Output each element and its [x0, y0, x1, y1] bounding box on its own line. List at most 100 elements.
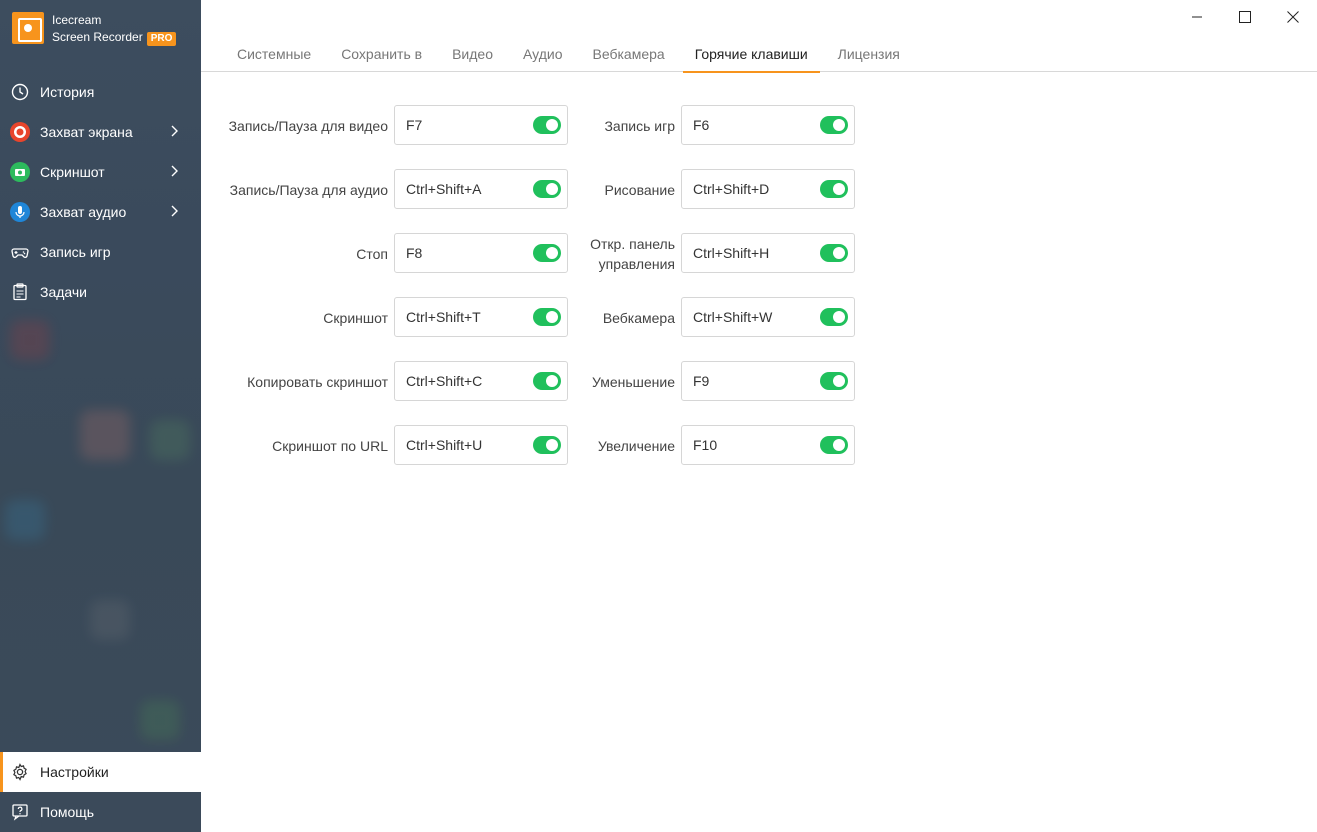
hotkey-label: Увеличение	[597, 438, 675, 454]
sidebar-item-label: История	[40, 84, 95, 100]
toggle-knob	[546, 119, 558, 131]
hotkey-field-webcam[interactable]: Ctrl+Shift+W	[681, 297, 855, 337]
hotkey-field-stop[interactable]: F8	[394, 233, 568, 273]
toggle-knob	[546, 311, 558, 323]
background-blur	[5, 500, 45, 540]
app-name-line1: Icecream	[52, 13, 102, 27]
toggle-knob	[546, 439, 558, 451]
hotkey-label: Запись/Пауза для видео	[228, 118, 388, 134]
sidebar-item-label: Запись игр	[40, 244, 111, 260]
tab-system[interactable]: Системные	[225, 34, 323, 72]
chevron-right-icon	[167, 164, 181, 178]
hotkey-field-screenshot[interactable]: Ctrl+Shift+T	[394, 297, 568, 337]
toggle-knob	[833, 375, 845, 387]
sidebar: Icecream Screen Recorder PRO История Захв…	[0, 0, 201, 832]
hotkey-toggle[interactable]	[533, 244, 561, 262]
hotkey-toggle[interactable]	[820, 372, 848, 390]
toggle-knob	[833, 183, 845, 195]
record-icon	[10, 122, 30, 142]
toggle-knob	[833, 247, 845, 259]
close-button[interactable]	[1282, 6, 1304, 28]
microphone-icon	[10, 202, 30, 222]
hotkey-toggle[interactable]	[820, 116, 848, 134]
hotkey-value: F8	[406, 245, 423, 261]
hotkey-label: Вебкамера	[602, 310, 675, 326]
hotkey-value: F10	[693, 437, 718, 453]
sidebar-item-tasks[interactable]: Задачи	[0, 272, 201, 312]
hotkey-label: Запись/Пауза для аудио	[229, 182, 388, 198]
sidebar-item-label: Настройки	[40, 764, 109, 780]
background-blur	[150, 420, 190, 460]
tasks-icon	[10, 282, 30, 302]
tab-license[interactable]: Лицензия	[826, 34, 912, 72]
sidebar-item-settings[interactable]: Настройки	[0, 752, 201, 792]
hotkey-value: Ctrl+Shift+H	[693, 245, 770, 261]
hotkey-value: Ctrl+Shift+A	[406, 181, 482, 197]
clock-icon	[10, 82, 30, 102]
help-icon	[10, 802, 30, 822]
minimize-button[interactable]	[1186, 6, 1208, 28]
hotkey-toggle[interactable]	[820, 308, 848, 326]
hotkey-label: Запись игр	[604, 118, 675, 134]
hotkey-toggle[interactable]	[820, 180, 848, 198]
sidebar-item-screen-capture[interactable]: Захват экрана	[0, 112, 201, 152]
hotkey-label-line: управления	[598, 256, 675, 272]
background-blur	[80, 410, 130, 460]
hotkey-field-screenshot-url[interactable]: Ctrl+Shift+U	[394, 425, 568, 465]
tab-save-to[interactable]: Сохранить в	[329, 34, 434, 72]
app-brand: Icecream Screen Recorder PRO	[52, 12, 177, 46]
sidebar-item-screenshot[interactable]: Скриншот	[0, 152, 201, 192]
hotkey-field-zoom-in[interactable]: F10	[681, 425, 855, 465]
hotkey-toggle[interactable]	[533, 372, 561, 390]
hotkey-field-record-video[interactable]: F7	[394, 105, 568, 145]
tab-audio[interactable]: Аудио	[511, 34, 575, 72]
maximize-button[interactable]	[1234, 6, 1256, 28]
hotkey-toggle[interactable]	[820, 244, 848, 262]
hotkey-label: Скриншот	[323, 310, 388, 326]
hotkey-toggle[interactable]	[533, 436, 561, 454]
camera-icon	[10, 162, 30, 182]
hotkey-toggle[interactable]	[533, 308, 561, 326]
toggle-knob	[833, 439, 845, 451]
hotkey-value: F6	[693, 117, 710, 133]
sidebar-item-history[interactable]: История	[0, 72, 201, 112]
app-logo	[12, 12, 44, 44]
hotkey-value: Ctrl+Shift+D	[693, 181, 770, 197]
sidebar-item-label: Помощь	[40, 804, 95, 820]
gear-icon	[10, 762, 30, 782]
sidebar-item-help[interactable]: Помощь	[0, 792, 201, 832]
hotkey-field-drawing[interactable]: Ctrl+Shift+D	[681, 169, 855, 209]
hotkey-toggle[interactable]	[533, 180, 561, 198]
sidebar-item-game-recording[interactable]: Запись игр	[0, 232, 201, 272]
tab-video[interactable]: Видео	[440, 34, 505, 72]
sidebar-item-label: Скриншот	[40, 164, 105, 180]
sidebar-item-audio-capture[interactable]: Захват аудио	[0, 192, 201, 232]
hotkey-field-open-panel[interactable]: Ctrl+Shift+H	[681, 233, 855, 273]
tab-webcam[interactable]: Вебкамера	[581, 34, 677, 72]
sidebar-item-label: Захват аудио	[40, 204, 127, 220]
hotkey-toggle[interactable]	[820, 436, 848, 454]
hotkey-field-zoom-out[interactable]: F9	[681, 361, 855, 401]
minimize-icon	[1192, 16, 1202, 18]
pro-badge: PRO	[146, 32, 177, 46]
hotkey-field-game-recording[interactable]: F6	[681, 105, 855, 145]
hotkey-value: Ctrl+Shift+T	[406, 309, 481, 325]
toggle-knob	[546, 375, 558, 387]
background-blur	[10, 320, 50, 360]
sidebar-nav: История Захват экрана Скриншот Захват ау…	[0, 72, 201, 312]
hotkey-field-copy-screenshot[interactable]: Ctrl+Shift+C	[394, 361, 568, 401]
app-name-line2: Screen Recorder	[52, 30, 143, 44]
hotkey-toggle[interactable]	[533, 116, 561, 134]
toggle-knob	[546, 183, 558, 195]
hotkey-label: Скриншот по URL	[272, 438, 388, 454]
chevron-right-icon	[167, 124, 181, 138]
close-icon	[1287, 11, 1299, 23]
sidebar-item-label: Задачи	[40, 284, 88, 300]
hotkey-label: Рисование	[604, 182, 675, 198]
hotkey-field-record-audio[interactable]: Ctrl+Shift+A	[394, 169, 568, 209]
sidebar-bottom-nav: Настройки Помощь	[0, 752, 201, 832]
hotkey-label: Уменьшение	[591, 374, 675, 390]
tab-hotkeys[interactable]: Горячие клавиши	[682, 34, 820, 73]
chevron-right-icon	[167, 204, 181, 218]
background-blur	[140, 700, 180, 740]
